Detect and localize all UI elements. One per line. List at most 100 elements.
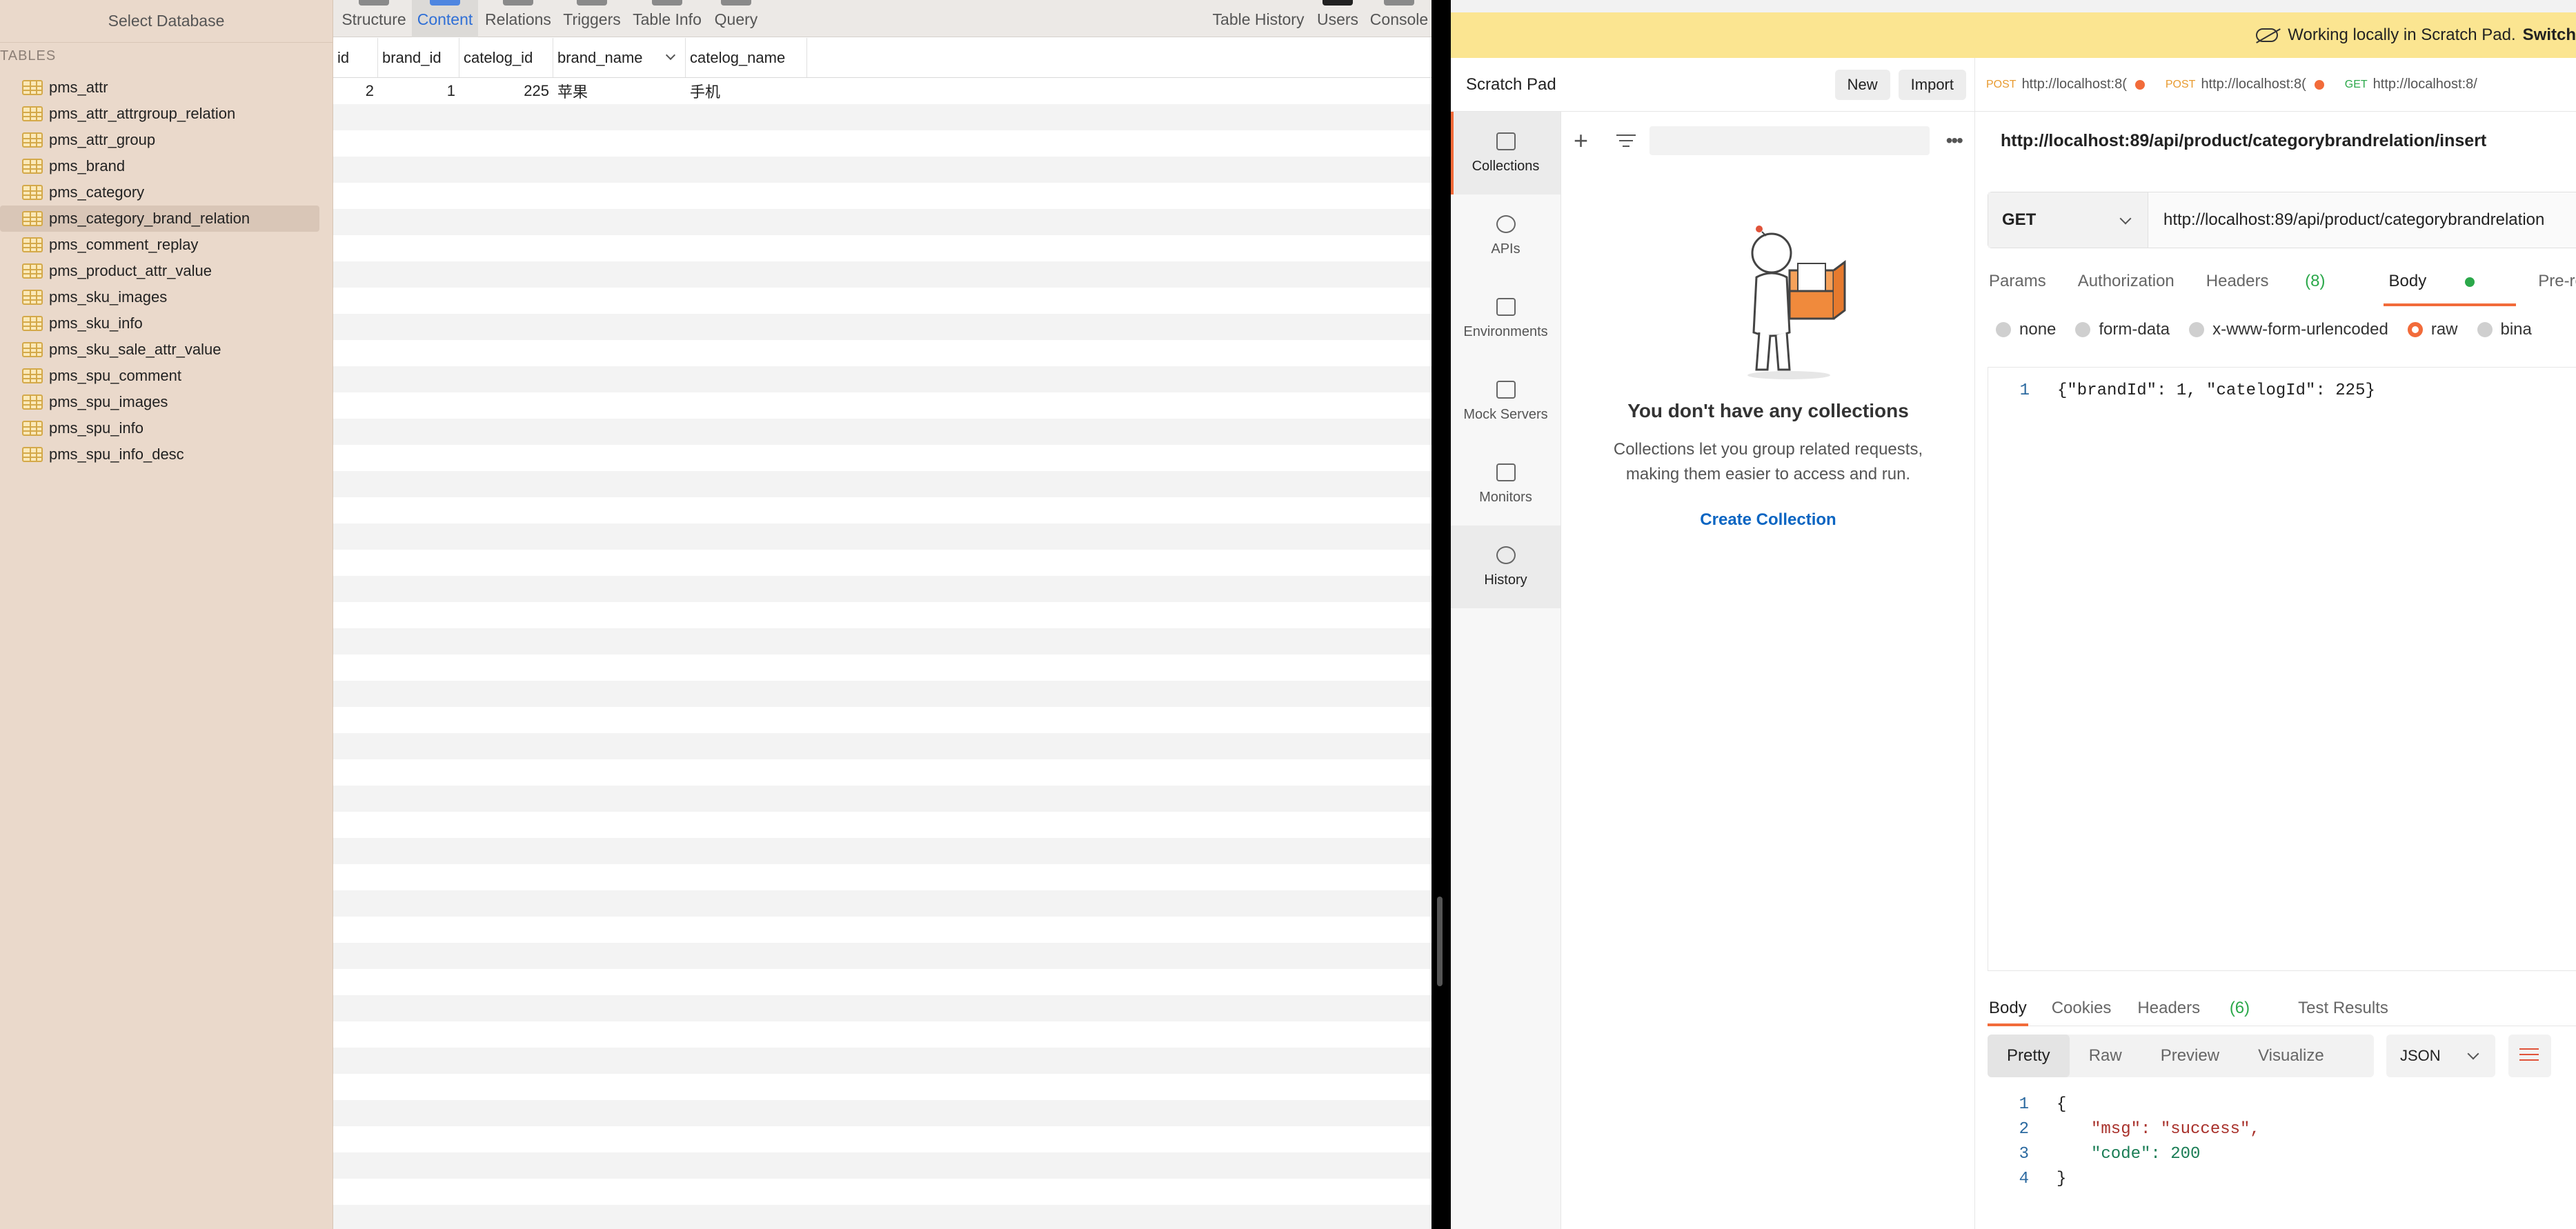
column-header-id[interactable]: id: [333, 38, 378, 77]
tab-params[interactable]: Params: [1989, 272, 2046, 291]
nav-mock-servers[interactable]: Mock Servers: [1451, 360, 1561, 443]
request-tab[interactable]: POST http://localhost:8(: [1986, 77, 2145, 92]
response-tab-cookies[interactable]: Cookies: [2050, 999, 2113, 1018]
request-body-editor[interactable]: 1 {"brandId": 1, "catelogId": 225}: [1988, 367, 2576, 971]
table-item-pms-spu-info[interactable]: pms_spu_info: [0, 415, 333, 441]
empty-row: [333, 917, 1431, 943]
tab-authorization[interactable]: Authorization: [2078, 272, 2174, 291]
url-input[interactable]: http://localhost:89/api/product/category…: [2148, 192, 2576, 248]
cell-brand-name[interactable]: 苹果: [553, 78, 686, 104]
request-tab[interactable]: GET http://localhost:8/: [2345, 77, 2477, 92]
table-item-pms-category-brand-relation[interactable]: pms_category_brand_relation: [0, 206, 319, 232]
new-button[interactable]: New: [1834, 69, 1890, 100]
empty-row: [333, 838, 1431, 864]
collections-search-input[interactable]: [1649, 126, 1930, 155]
add-icon[interactable]: +: [1574, 126, 1597, 155]
format-raw[interactable]: Raw: [2070, 1035, 2141, 1077]
cell-brand-id[interactable]: 1: [378, 78, 459, 104]
more-options-icon[interactable]: •••: [1946, 130, 1963, 152]
chevron-down-icon: [2467, 1048, 2479, 1060]
radio-raw[interactable]: raw: [2407, 320, 2458, 339]
table-icon: [22, 211, 43, 226]
import-button[interactable]: Import: [1898, 69, 1966, 100]
nav-history[interactable]: History: [1451, 526, 1561, 608]
tab-body[interactable]: Body: [2383, 272, 2516, 306]
empty-row: [333, 1074, 1431, 1100]
table-item-pms-category[interactable]: pms_category: [0, 179, 333, 206]
radio-none[interactable]: none: [1996, 320, 2056, 339]
console-icon: [1384, 0, 1414, 6]
table-item-pms-spu-comment[interactable]: pms_spu_comment: [0, 363, 333, 389]
table-item-pms-sku-sale-attr-value[interactable]: pms_sku_sale_attr_value: [0, 337, 333, 363]
format-preview[interactable]: Preview: [2141, 1035, 2239, 1077]
cell-catelog-name[interactable]: 手机: [686, 78, 807, 104]
method-label: GET: [2002, 210, 2037, 229]
nav-monitors[interactable]: Monitors: [1451, 443, 1561, 526]
radio-icon: [2477, 322, 2493, 337]
table-row[interactable]: 2 1 225 苹果 手机: [333, 78, 1431, 104]
table-item-pms-spu-info-desc[interactable]: pms_spu_info_desc: [0, 441, 333, 468]
table-item-pms-brand[interactable]: pms_brand: [0, 153, 333, 179]
filter-icon[interactable]: [1616, 134, 1636, 147]
console-button[interactable]: Console: [1367, 0, 1431, 37]
method-select[interactable]: GET: [1988, 192, 2148, 248]
table-info-tab[interactable]: Table Info: [628, 0, 706, 37]
query-tab[interactable]: Query: [709, 0, 764, 37]
tab-method: GET: [2344, 78, 2368, 90]
radio-binary[interactable]: bina: [2477, 320, 2532, 339]
switch-link[interactable]: Switch: [2523, 26, 2576, 45]
table-item-pms-attr-group[interactable]: pms_attr_group: [0, 127, 333, 153]
column-header-brand-id[interactable]: brand_id: [378, 38, 459, 77]
response-tab-headers[interactable]: Headers (6): [2134, 999, 2275, 1018]
cell-catelog-id[interactable]: 225: [459, 78, 553, 104]
table-item-pms-comment-replay[interactable]: pms_comment_replay: [0, 232, 333, 258]
table-item-pms-sku-info[interactable]: pms_sku_info: [0, 310, 333, 337]
table-icon: [22, 132, 43, 148]
relations-tab[interactable]: Relations: [481, 0, 555, 37]
divider-drag-handle[interactable]: [1437, 897, 1443, 986]
table-item-pms-attr-attrgroup-relation[interactable]: pms_attr_attrgroup_relation: [0, 101, 333, 127]
tab-pre-request-script[interactable]: Pre-request Scrip: [2538, 272, 2576, 291]
response-line: "msg": "success",: [2091, 1120, 2260, 1139]
sequel-toolbar: Structure Content Relations Triggers Tab…: [333, 0, 1431, 37]
table-item-pms-product-attr-value[interactable]: pms_product_attr_value: [0, 258, 333, 284]
format-pretty[interactable]: Pretty: [1988, 1035, 2070, 1077]
radio-x-www-form-urlencoded[interactable]: x-www-form-urlencoded: [2189, 320, 2388, 339]
create-collection-link[interactable]: Create Collection: [1561, 510, 1975, 530]
content-tab[interactable]: Content: [412, 0, 478, 37]
language-select[interactable]: JSON: [2386, 1035, 2495, 1077]
triggers-tab[interactable]: Triggers: [558, 0, 626, 37]
table-history-button[interactable]: Table History: [1204, 0, 1313, 37]
nav-environments[interactable]: Environments: [1451, 277, 1561, 360]
select-database-dropdown[interactable]: Select Database: [0, 0, 333, 43]
response-body-viewer[interactable]: 1 2 3 4 { "msg": "success", "code": 200 …: [1988, 1088, 2576, 1229]
cell-id[interactable]: 2: [333, 78, 378, 104]
response-tab-body[interactable]: Body: [1988, 999, 2028, 1026]
request-title[interactable]: http://localhost:89/api/product/category…: [2001, 131, 2486, 151]
column-header-brand-name[interactable]: brand_name: [553, 38, 686, 77]
table-item-pms-spu-images[interactable]: pms_spu_images: [0, 389, 333, 415]
table-item-label: pms_spu_info_desc: [49, 446, 184, 463]
empty-row: [333, 523, 1431, 550]
users-button[interactable]: Users: [1309, 0, 1367, 37]
table-item-pms-sku-images[interactable]: pms_sku_images: [0, 284, 333, 310]
column-header-catelog-id[interactable]: catelog_id: [459, 38, 553, 77]
response-tab-test-results[interactable]: Test Results: [2297, 999, 2390, 1018]
wrap-lines-icon[interactable]: [2508, 1035, 2551, 1077]
structure-tab[interactable]: Structure: [336, 0, 412, 37]
request-tab[interactable]: POST http://localhost:8(: [2166, 77, 2324, 92]
table-item-pms-attr[interactable]: pms_attr: [0, 74, 333, 101]
status-dot-icon: [2465, 277, 2475, 287]
empty-row: [333, 1048, 1431, 1074]
response-tabs: Body Cookies Headers (6) Test Results: [1988, 990, 2576, 1026]
nav-apis[interactable]: APIs: [1451, 194, 1561, 277]
empty-row: [333, 130, 1431, 157]
tab-headers[interactable]: Headers (8): [2206, 272, 2357, 291]
nav-collections[interactable]: Collections: [1451, 112, 1561, 194]
empty-row: [333, 602, 1431, 628]
request-body-code[interactable]: {"brandId": 1, "catelogId": 225}: [2057, 381, 2375, 400]
column-header-catelog-name[interactable]: catelog_name: [686, 38, 807, 77]
table-icon: [22, 106, 43, 121]
radio-form-data[interactable]: form-data: [2075, 320, 2170, 339]
format-visualize[interactable]: Visualize: [2239, 1035, 2344, 1077]
